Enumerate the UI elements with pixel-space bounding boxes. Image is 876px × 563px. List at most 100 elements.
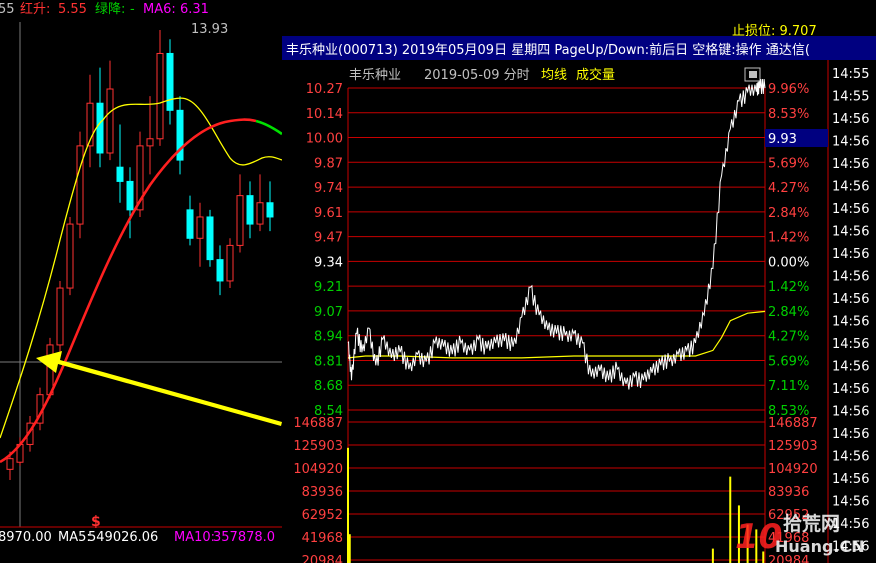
legend-red-label: 红升: [20,1,50,17]
candle [156,30,164,146]
legend-green-value: - [130,2,135,17]
pct-tick: 2.84% [768,305,809,320]
legend-red-value: 5.55 [58,2,87,17]
bottom-vol-value: 8970.00 [0,530,52,545]
candle [86,74,94,168]
time-entry: 14:56 [832,315,869,330]
time-entry: 14:56 [832,427,869,442]
candle [126,167,134,239]
candle [56,280,64,353]
time-entry: 14:56 [832,247,869,262]
candle [176,96,184,175]
candle [206,209,214,267]
volume-tick: 104920 [293,462,343,477]
intraday-popup[interactable]: 丰乐种业(000713) 2019年05月09日 星期四 PageUp/Down… [282,36,876,563]
pct-tick: 4.27% [768,330,809,345]
watermark-brand: 拾荒网 [783,512,840,535]
candle [226,238,234,289]
volume-tick: 125903 [293,439,343,454]
price-tick: 8.94 [314,330,343,345]
volume-tick: 20984 [302,554,343,563]
pct-tick: 0.00% [768,255,809,270]
price-tick: 9.07 [314,305,343,320]
price-tick: 8.68 [314,379,343,394]
price-tick: 8.81 [314,354,343,369]
time-entry: 14:56 [832,157,869,172]
ma-green-line [255,119,283,136]
time-entry: 14:56 [832,270,869,285]
volume-tick: 62952 [302,508,343,523]
price-tick: 9.47 [314,231,343,246]
watermark-domain: Huang.CN [775,537,865,556]
candle [66,216,74,296]
bottom-ma10-value: 357878.0 [213,530,275,545]
price-tick: 9.61 [314,206,343,221]
volume-tick: 83936 [302,485,343,500]
time-entry: 14:55 [832,67,869,82]
time-entry: 14:56 [832,382,869,397]
legend-ma6-label: MA6: [143,2,176,17]
volume-tick-right: 125903 [768,439,818,454]
subtitle-avg-label: 均线 [541,68,567,83]
volume-axis-ticks: 146887 125903 104920 83936 62952 41968 20984 [293,416,343,563]
popup-title: 丰乐种业(000713) 2019年05月09日 星期四 PageUp/Down… [286,42,810,58]
pct-tick: 1.42% [768,231,809,246]
price-tick: 9.21 [314,280,343,295]
candle [186,195,194,246]
pct-tick: 8.53% [768,107,809,122]
price-tick: 9.74 [314,181,343,196]
candle [166,39,174,125]
pct-tick: 1.42% [768,280,809,295]
pct-tick: 4.27% [768,181,809,196]
candle [116,124,124,203]
pct-tick: 5.69% [768,156,809,171]
price-tick: 9.87 [314,156,343,171]
subtitle-name: 丰乐种业 [349,68,401,83]
kline-chart: 13.93 $ [0,22,283,530]
time-entry: 14:56 [832,180,869,195]
pct-tick: 5.69% [768,354,809,369]
current-price-value: 9.93 [768,132,797,147]
legend-ma6-value: 6.31 [180,2,209,17]
candle [236,174,244,253]
candle [196,202,204,267]
bottom-ma5-value: 549026.06 [88,530,158,545]
time-entry: 14:55 [832,90,869,105]
volume-tick-right: 83936 [768,485,809,500]
time-entry: 14:56 [832,202,869,217]
candle [256,174,264,232]
kline-bottom-legend: 8970.00 MA5: 549026.06 MA10: 357878.0 [0,530,275,545]
kline-marker-symbol: $ [91,514,101,530]
price-tick: 9.34 [314,255,343,270]
price-tick: 10.14 [306,107,343,122]
kline-legend: 55 红升: 5.55 绿降: - MA6: 6.31 止损位: 9.707 [0,1,817,39]
time-entry: 14:56 [832,292,869,307]
bottom-ma10-label: MA10: [174,530,215,545]
legend-prefix: 55 [0,2,15,17]
price-tick: 10.00 [306,132,343,147]
volume-tick: 146887 [293,416,343,431]
candle [146,96,154,175]
volume-tick-right: 104920 [768,462,818,477]
candle [76,131,84,239]
bottom-ma5-label: MA5: [58,530,91,545]
pct-tick: 2.84% [768,206,809,221]
time-entry: 14:56 [832,135,869,150]
pct-tick: 7.11% [768,379,809,394]
time-entry: 14:56 [832,450,869,465]
chart-canvas: 13.93 $ 55 红升: 5.55 绿降: - MA6: 6.31 止损位:… [0,1,876,563]
subtitle-vol-label: 成交量 [576,67,615,83]
time-entry: 14:56 [832,337,869,352]
time-entry: 14:56 [832,472,869,487]
kline-high-marker: 13.93 [191,22,228,37]
candle [266,181,274,232]
candle [96,67,104,168]
candle [216,245,224,296]
candle [246,181,254,239]
pct-tick: 9.96% [768,82,809,97]
time-entry: 14:56 [832,360,869,375]
volume-tick-right: 146887 [768,416,818,431]
volume-tick: 41968 [302,531,343,546]
time-entry: 14:56 [832,225,869,240]
time-entry: 14:56 [832,405,869,420]
